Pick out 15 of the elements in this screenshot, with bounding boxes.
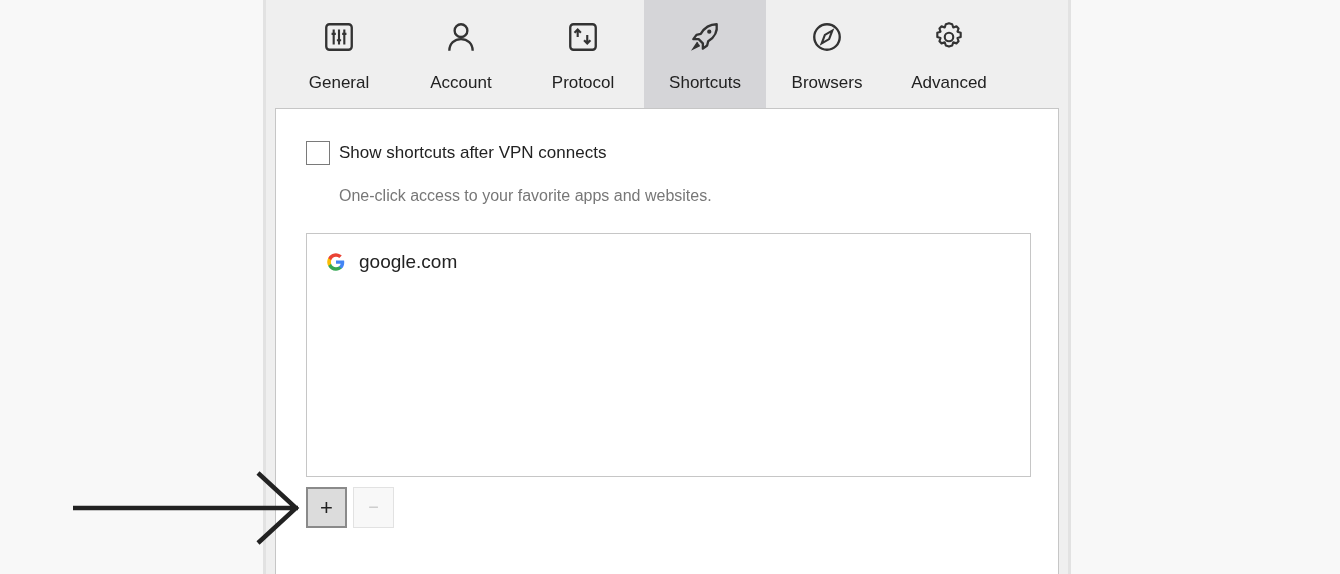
compass-icon: [810, 20, 844, 54]
arrows-box-icon: [566, 20, 600, 54]
tab[interactable]: Account: [400, 0, 522, 108]
tab[interactable]: Browsers: [766, 0, 888, 108]
sliders-icon: [322, 20, 356, 54]
shortcut-item[interactable]: google.com: [325, 247, 466, 276]
checkbox[interactable]: [306, 140, 330, 165]
tab[interactable]: Shortcuts: [644, 0, 766, 108]
description-text: One-click access to your favorite apps and websites.: [339, 185, 712, 206]
tab[interactable]: Protocol: [522, 0, 644, 108]
tab[interactable]: Advanced: [888, 0, 1010, 108]
checkbox-label[interactable]: Show shortcuts after VPN connects: [339, 140, 607, 166]
google-g-icon: [325, 250, 347, 273]
add-button[interactable]: +: [306, 486, 347, 528]
tab[interactable]: General: [278, 0, 400, 108]
